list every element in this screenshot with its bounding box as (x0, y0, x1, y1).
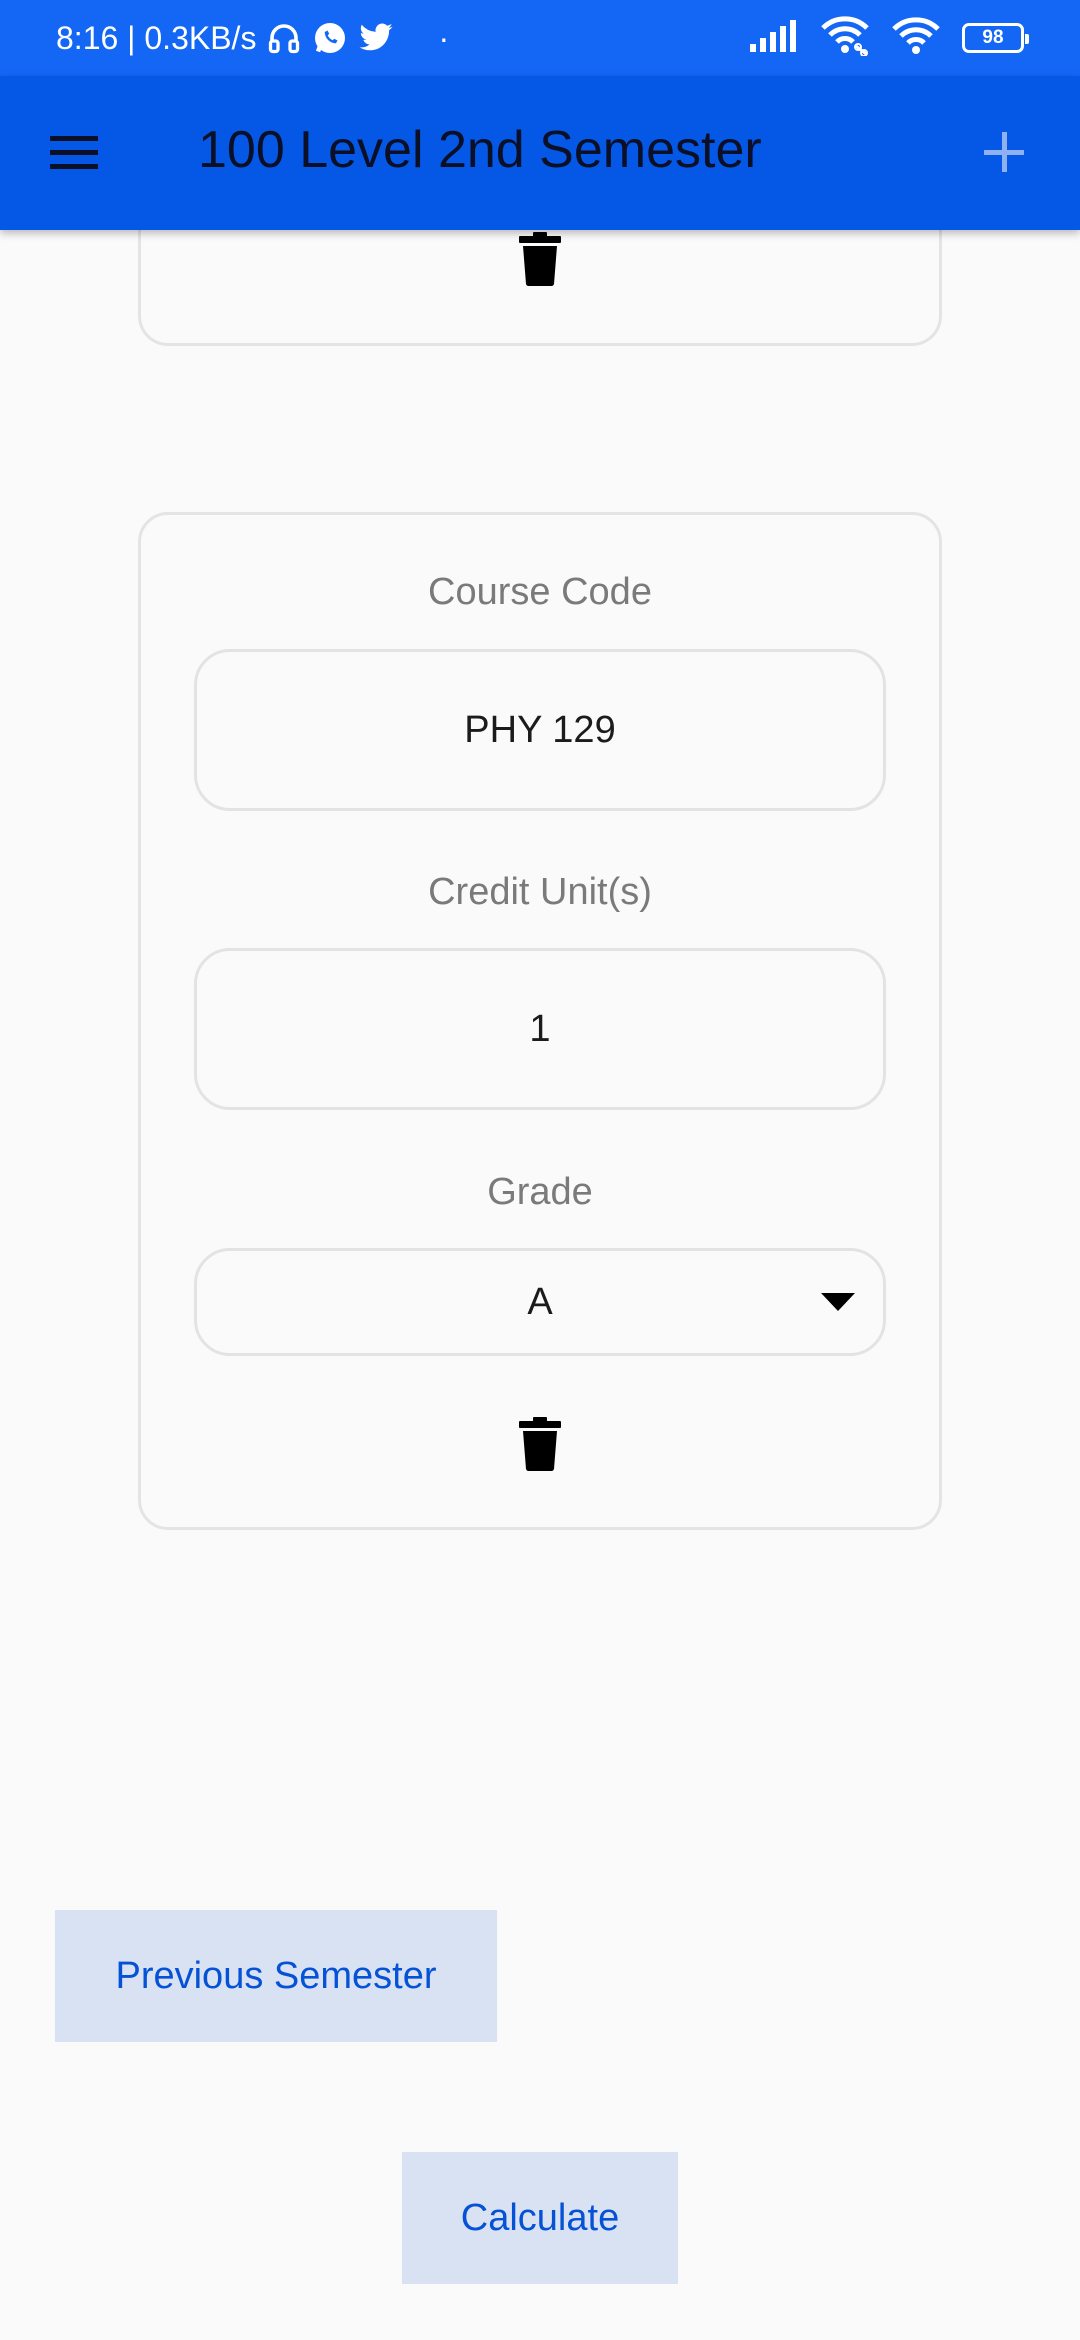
trash-icon[interactable] (519, 1417, 561, 1472)
hamburger-menu-icon[interactable] (44, 122, 110, 182)
grade-value: A (527, 1280, 553, 1323)
status-left: 8:16 | 0.3KB/s · (56, 20, 449, 57)
whatsapp-icon (312, 20, 348, 56)
previous-semester-button[interactable]: Previous Semester (55, 1910, 497, 2042)
battery-level: 98 (982, 27, 1004, 48)
wifi-icon (892, 16, 940, 60)
credit-units-label: Credit Unit(s) (428, 871, 652, 913)
headphones-icon (266, 20, 302, 56)
status-time-speed: 8:16 | 0.3KB/s (56, 19, 257, 56)
page-title: 100 Level 2nd Semester (198, 121, 762, 179)
grade-label: Grade (487, 1171, 593, 1213)
trash-icon[interactable] (519, 232, 561, 287)
calculate-label: Calculate (460, 2196, 620, 2239)
course-card: Course Code PHY 129 Credit Unit(s) 1 Gra… (138, 512, 942, 1530)
grade-select[interactable]: A (194, 1248, 886, 1356)
credit-units-field[interactable]: 1 (194, 948, 886, 1110)
calculate-button[interactable]: Calculate (402, 2152, 678, 2284)
dropdown-arrow-icon (821, 1293, 855, 1311)
app-bar: 100 Level 2nd Semester (0, 76, 1080, 230)
previous-semester-label: Previous Semester (115, 1954, 437, 1997)
status-dot: · (438, 19, 450, 56)
status-right: 98 (748, 15, 1029, 61)
course-code-label: Course Code (428, 571, 652, 613)
credit-units-value: 1 (529, 1007, 551, 1050)
plus-icon[interactable] (968, 116, 1040, 188)
course-code-value: PHY 129 (464, 708, 616, 751)
wifi-linked-icon (820, 15, 870, 61)
battery-icon: 98 (962, 23, 1029, 53)
status-bar: 8:16 | 0.3KB/s · 98 (0, 0, 1080, 76)
course-code-field[interactable]: PHY 129 (194, 649, 886, 811)
twitter-icon (358, 22, 394, 54)
cell-signal-icon (748, 19, 798, 57)
